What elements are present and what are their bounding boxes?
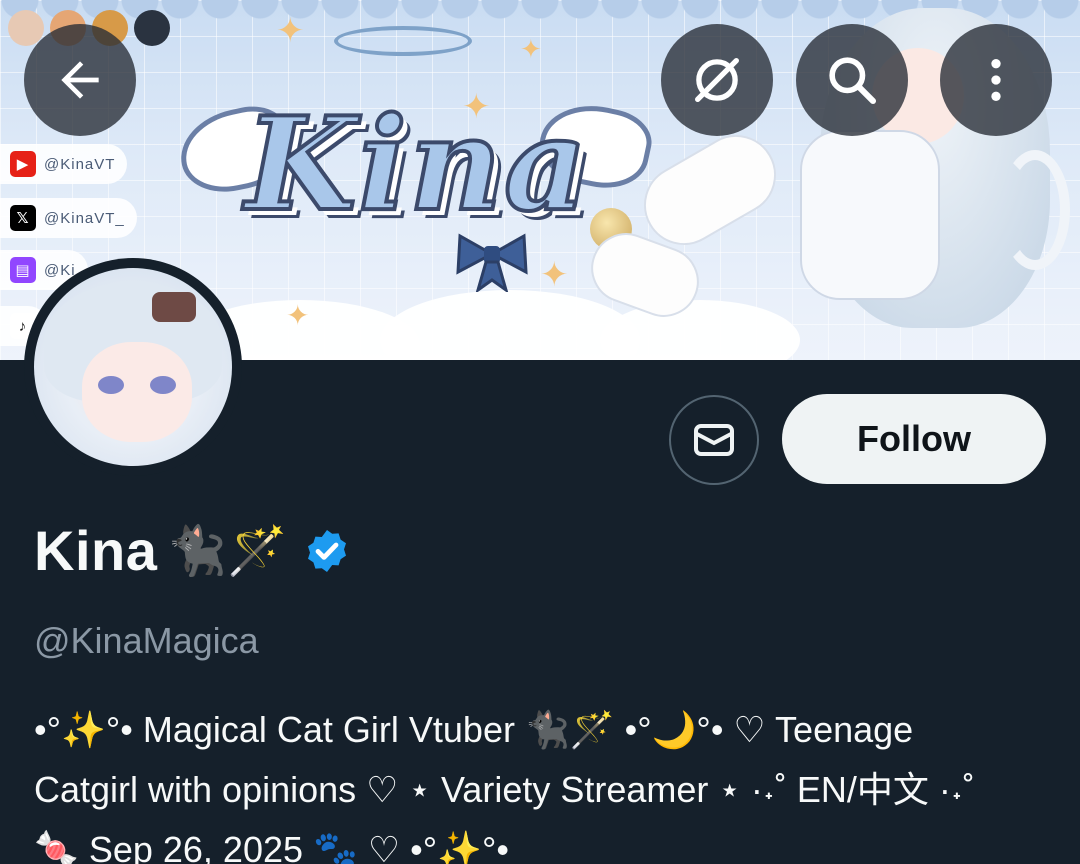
character-tail [1000,150,1070,270]
ribbon-bow-icon [456,233,528,292]
social-handle: @KinaVT_ [44,209,125,227]
social-handle: @KinaVT [44,155,116,173]
sparkle-icon: ✦ [520,34,542,64]
bio-line: Catgirl with opinions ♡ ⋆ Variety Stream… [34,769,975,810]
follow-button[interactable]: Follow [782,394,1046,484]
social-chip-youtube: ▶ @KinaVT [0,144,128,184]
avatar-eye [150,376,176,394]
grok-button[interactable] [661,24,773,136]
profile-handle: @KinaMagica [34,620,259,661]
crossed-circle-icon [695,58,739,102]
profile-avatar[interactable] [24,258,242,476]
name-emoji: 🐈‍⬛🪄 [167,523,287,579]
back-button[interactable] [24,24,136,136]
twitch-icon: ▤ [10,257,36,283]
avatar-face [82,342,192,442]
profile-name-row: Kina 🐈‍⬛🪄 [34,518,351,583]
avatar-image [34,268,232,466]
search-button[interactable] [796,24,908,136]
avatar-bow [152,292,196,322]
bio-line: 🍬 Sep 26, 2025 🐾 ♡ •°✨°• [34,829,509,864]
verified-badge-icon[interactable] [303,527,351,575]
profile-bio: •°✨°• Magical Cat Girl Vtuber 🐈‍⬛🪄 •°🌙°•… [34,700,1054,864]
x-logo-icon: 𝕏 [10,205,36,231]
arrow-left-icon [61,61,99,99]
social-chip-x: 𝕏 @KinaVT_ [0,198,137,238]
sparkle-icon: ✦ [276,12,305,50]
envelope-icon [694,424,734,456]
youtube-icon: ▶ [10,151,36,177]
sparkle-icon: ✦ [286,300,310,331]
more-vertical-icon [991,59,1001,101]
display-name: Kina [34,519,158,582]
bio-line: •°✨°• Magical Cat Girl Vtuber 🐈‍⬛🪄 •°🌙°•… [34,709,914,750]
more-options-button[interactable] [940,24,1052,136]
message-button[interactable] [669,395,759,485]
halo [334,26,472,56]
sparkle-icon: ✦ [540,256,569,294]
character-body [800,130,940,300]
avatar-eye [98,376,124,394]
banner-logo: Kina [243,88,589,242]
search-icon [829,57,877,105]
